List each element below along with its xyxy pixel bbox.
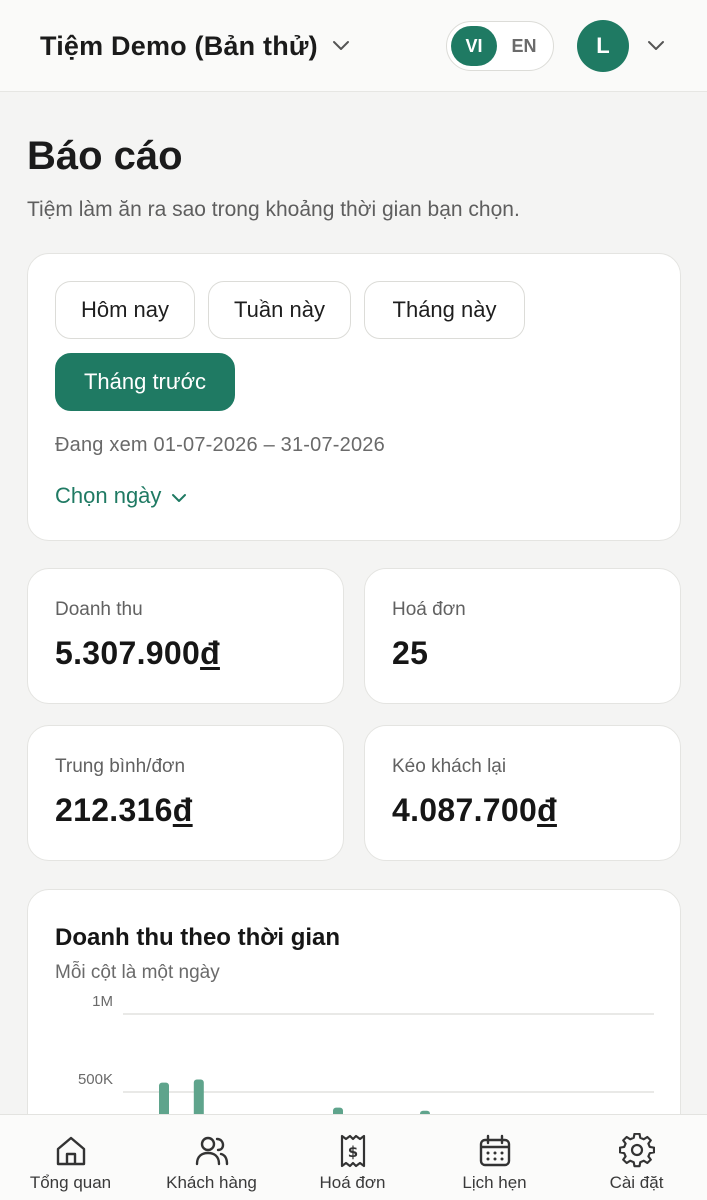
page-subtitle: Tiệm làm ăn ra sao trong khoảng thời gia… xyxy=(27,198,520,221)
svg-text:$: $ xyxy=(347,1143,357,1161)
account-menu[interactable]: L xyxy=(577,20,665,72)
range-chip-this-month[interactable]: Tháng này xyxy=(364,281,525,339)
pick-date-label: Chọn ngày xyxy=(55,483,162,508)
stat-label: Kéo khách lại xyxy=(392,756,507,777)
nav-label: Khách hàng xyxy=(166,1173,257,1192)
home-icon xyxy=(53,1133,89,1169)
range-chip-last-month[interactable]: Tháng trước xyxy=(55,353,235,411)
chevron-down-icon xyxy=(171,483,187,509)
nav-label: Tổng quan xyxy=(29,1173,112,1192)
page-title: Báo cáo xyxy=(27,134,183,178)
stat-card-revenue: Doanh thu 5.307.900đ xyxy=(27,568,344,704)
nav-label: Hoá đơn xyxy=(319,1173,386,1192)
avatar: L xyxy=(577,20,629,72)
stat-label: Doanh thu xyxy=(55,599,143,620)
stat-card-returning-revenue: Kéo khách lại 4.087.700đ xyxy=(364,725,681,861)
pick-date-button[interactable]: Chọn ngày xyxy=(55,483,187,509)
nav-item-appointments[interactable]: Lịch hẹn xyxy=(424,1115,565,1200)
stat-card-invoices: Hoá đơn 25 xyxy=(364,568,681,704)
chart-y-tick-label: 500K xyxy=(78,1071,113,1088)
stat-label: Trung bình/đơn xyxy=(55,756,186,777)
chevron-down-icon xyxy=(647,40,665,52)
receipt-icon: $ xyxy=(335,1133,371,1169)
bottom-nav: Tổng quan Khách hàng $ Hoá đơn Lịch hẹn … xyxy=(0,1114,707,1200)
nav-label: Lịch hẹn xyxy=(462,1173,527,1192)
shop-name: Tiệm Demo (Bản thử) xyxy=(40,30,318,61)
stat-value: 212.316đ xyxy=(55,792,193,828)
chevron-down-icon xyxy=(332,40,350,52)
calendar-icon xyxy=(477,1133,513,1169)
nav-item-overview[interactable]: Tổng quan xyxy=(0,1115,141,1200)
range-chip-today[interactable]: Hôm nay xyxy=(55,281,195,339)
nav-item-settings[interactable]: Cài đặt xyxy=(566,1115,707,1200)
stat-value: 5.307.900đ xyxy=(55,635,220,671)
date-range-card: Hôm nay Tuần này Tháng này Tháng trước Đ… xyxy=(27,253,681,541)
lang-vi-button[interactable]: VI xyxy=(451,26,497,66)
top-bar: Tiệm Demo (Bản thử) VI EN L xyxy=(0,0,707,92)
stat-label: Hoá đơn xyxy=(392,599,466,620)
nav-item-invoices[interactable]: $ Hoá đơn xyxy=(282,1115,423,1200)
nav-item-customers[interactable]: Khách hàng xyxy=(141,1115,282,1200)
stat-value: 25 xyxy=(392,635,429,671)
chart-y-tick-label: 1M xyxy=(92,993,113,1010)
language-toggle: VI EN xyxy=(446,21,554,71)
stat-card-average-per-invoice: Trung bình/đơn 212.316đ xyxy=(27,725,344,861)
lang-en-button[interactable]: EN xyxy=(501,26,547,66)
stat-value: 4.087.700đ xyxy=(392,792,557,828)
range-chip-this-week[interactable]: Tuần này xyxy=(208,281,351,339)
nav-label: Cài đặt xyxy=(609,1173,664,1192)
viewing-range-text: Đang xem 01-07-2026 – 31-07-2026 xyxy=(55,434,385,456)
shop-switcher[interactable]: Tiệm Demo (Bản thử) xyxy=(40,26,350,66)
users-icon xyxy=(194,1133,230,1169)
gear-icon xyxy=(618,1133,655,1169)
